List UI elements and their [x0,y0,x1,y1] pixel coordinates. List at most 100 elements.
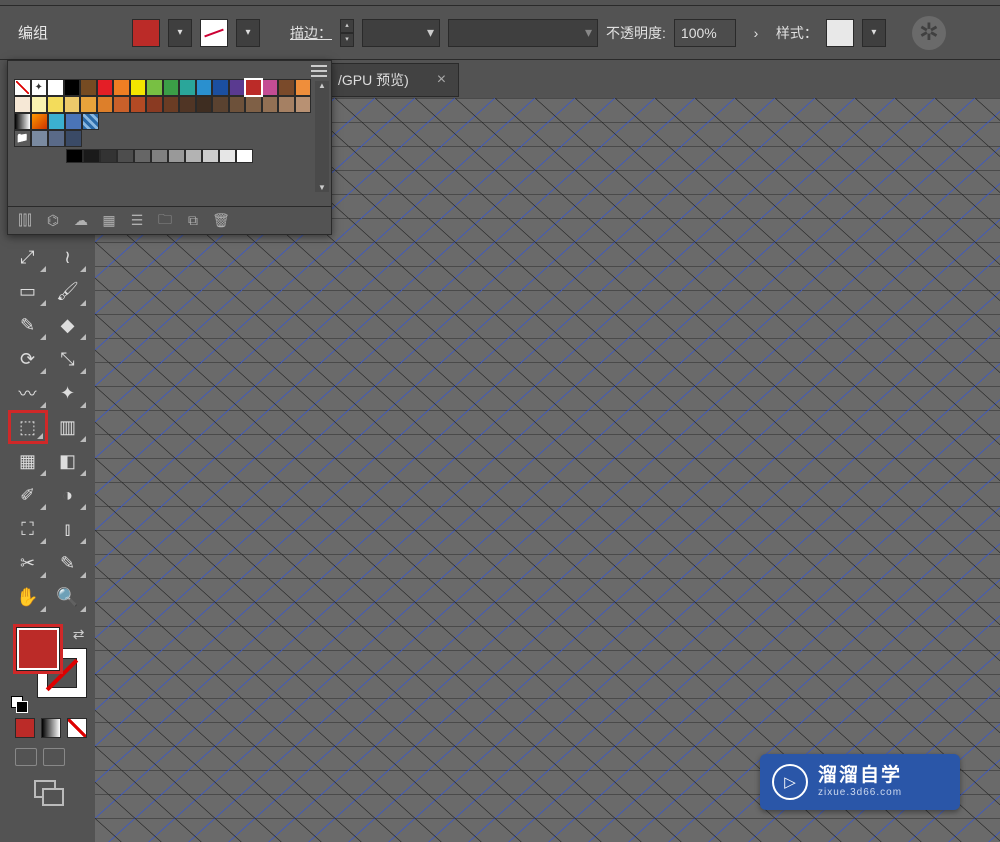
list-icon[interactable]: ☰ [128,212,146,230]
graph-tool[interactable]: ⫾ [48,512,88,546]
swatch[interactable] [278,96,295,113]
swatch[interactable] [64,79,81,96]
swatch[interactable] [185,149,202,163]
swatch[interactable] [229,79,246,96]
grid-options-icon[interactable]: ▦ [100,212,118,230]
warp-tool[interactable]: 〰 [8,376,48,410]
fill-color[interactable] [132,19,160,47]
swatch[interactable] [130,79,147,96]
opacity-input[interactable]: 100% [674,19,736,47]
brush-tool-alt[interactable]: ✎ [48,546,88,580]
swatch[interactable] [80,96,97,113]
rotate-tool[interactable]: ⟳ [8,342,48,376]
cloud-icon[interactable]: ☁ [72,212,90,230]
swatch[interactable] [245,96,262,113]
swatch[interactable] [117,149,134,163]
swatch[interactable] [168,149,185,163]
swatch[interactable] [113,96,130,113]
symbol-sprayer-tool[interactable]: ⛶ [8,512,48,546]
swatch[interactable] [202,149,219,163]
stroke-label[interactable]: 描边： [290,23,332,43]
style-label[interactable]: 样式： [776,23,818,43]
swatch[interactable] [212,79,229,96]
stroke-color[interactable] [200,19,228,47]
color-mode-none[interactable] [67,718,87,738]
swatch[interactable] [14,113,31,130]
swatch[interactable] [83,149,100,163]
color-mode-gradient[interactable] [41,718,61,738]
swatch[interactable] [163,96,180,113]
convert-anchor-tool[interactable]: ⤢ [8,240,48,274]
swatch[interactable] [97,96,114,113]
brush-definition-select[interactable]: ▾ [448,19,598,47]
swatches-scrollbar[interactable] [315,81,329,192]
hand-tool[interactable]: ✋ [8,580,48,614]
gradient-tool[interactable]: ◧ [48,444,88,478]
panel-menu-icon[interactable] [311,64,327,78]
swatch[interactable] [97,79,114,96]
screen-mode-full[interactable] [43,748,65,766]
swatch[interactable] [245,79,262,96]
screen-mode-normal[interactable] [15,748,37,766]
swatch[interactable] [31,96,48,113]
swatch[interactable] [113,79,130,96]
opacity-more[interactable]: › [744,19,768,47]
library-icon[interactable]: ⫿⫿⫿ [16,212,34,230]
swatch[interactable] [66,149,83,163]
swatch[interactable] [151,149,168,163]
fill-dropdown[interactable]: ▾ [168,19,192,47]
style-dropdown[interactable]: ▾ [862,19,886,47]
swatch[interactable] [295,96,312,113]
swatch[interactable] [212,96,229,113]
slice-tool[interactable]: ✂ [8,546,48,580]
perspective-tool[interactable]: ▥ [48,410,88,444]
color-mode-solid[interactable] [15,718,35,738]
style-chip[interactable] [826,19,854,47]
pencil-tool[interactable]: ✎ [8,308,48,342]
swatch[interactable] [14,96,31,113]
swatch[interactable] [31,113,48,130]
swatch[interactable] [31,79,48,96]
swatch[interactable] [196,96,213,113]
swatch[interactable] [219,149,236,163]
swatch[interactable] [82,113,99,130]
stroke-weight-select[interactable]: ▾ [362,19,440,47]
eyedropper-tool[interactable]: ✐ [8,478,48,512]
swatch[interactable] [146,96,163,113]
trash-icon[interactable]: 🗑 [212,212,230,230]
swatch[interactable] [14,79,31,96]
opacity-label[interactable]: 不透明度: [606,23,666,43]
swatch[interactable] [179,96,196,113]
swatch[interactable] [130,96,147,113]
swatch[interactable] [196,79,213,96]
fill-color-box[interactable] [13,624,63,674]
blend-tool[interactable]: ◑ [48,478,88,512]
folder-icon[interactable]: 🗀 [156,212,174,230]
mesh-tool[interactable]: ▦ [8,444,48,478]
paintbrush-tool[interactable]: 🖌 [48,274,88,308]
swatch[interactable] [229,96,246,113]
width-tool[interactable]: ≀ [48,240,88,274]
rectangle-tool[interactable]: ▭ [8,274,48,308]
tab-document[interactable]: /GPU 预览) [330,70,425,90]
shape-builder-tool[interactable]: ⬚ [8,410,48,444]
swatch[interactable] [47,96,64,113]
swap-fill-stroke-icon[interactable]: ⇄ [73,626,85,643]
swatch[interactable] [65,113,82,130]
zoom-tool[interactable]: 🔍 [48,580,88,614]
default-fill-stroke-icon[interactable] [11,696,27,712]
swatch[interactable] [262,79,279,96]
swatch[interactable] [163,79,180,96]
swatch[interactable] [14,130,31,147]
gear-icon[interactable] [912,16,946,50]
swatch[interactable] [100,149,117,163]
swatch[interactable] [48,130,65,147]
new-swatch-icon[interactable]: ⧉ [184,212,202,230]
swatch[interactable] [278,79,295,96]
scale-tool[interactable]: ⤡ [48,342,88,376]
eraser-tool[interactable]: ◆ [48,308,88,342]
swatch[interactable] [48,113,65,130]
swatch[interactable] [236,149,253,163]
swatch[interactable] [146,79,163,96]
tab-close-icon[interactable]: × [425,71,458,89]
